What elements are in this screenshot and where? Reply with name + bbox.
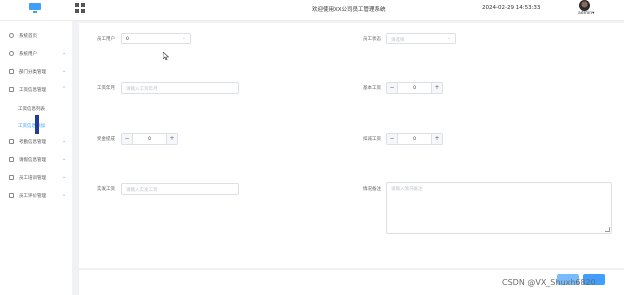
bonus-value[interactable]: 0 [132,137,167,142]
sidebar-subitem-label: 工资信息添加 [18,124,45,129]
monitor-icon [29,3,41,13]
status-label: 员工状态 [363,37,381,42]
sidebar-item-attendance[interactable]: 考勤信息管理 ⌄ [0,135,72,149]
chevron-down-icon: ⌄ [446,35,451,41]
chevron-down-icon: ⌄ [62,50,67,56]
actual-salary-input[interactable]: 请输入实发工资 [121,183,239,195]
avatar[interactable] [579,0,590,11]
sidebar-item-users[interactable]: 系统用户 ⌄ [0,47,72,61]
resize-handle[interactable] [605,227,610,232]
user-dropdown[interactable]: admin▾ [578,11,594,16]
top-bar: 欢迎使用XX公司员工管理系统 2024-02-29 14:53:33 admin… [0,0,624,21]
base-salary-label: 基本工资 [363,86,381,91]
sidebar-item-leave[interactable]: 请假信息管理 ⌄ [0,153,72,167]
sidebar-item-evaluation[interactable]: 员工评价管理 ⌄ [0,189,72,203]
home-icon [9,33,14,38]
caret-down-icon: ▾ [592,11,595,16]
sidebar-item-departments[interactable]: 部门分类管理 ⌄ [0,65,72,79]
chevron-down-icon: ⌄ [62,68,67,74]
star-icon [9,193,14,198]
remark-placeholder: 请输入情况备注 [391,187,423,192]
chevron-down-icon: ⌄ [181,35,186,41]
employee-label: 员工用户 [97,37,115,42]
bonus-label: 奖金提成 [97,137,115,142]
chevron-down-icon: ⌄ [62,174,67,180]
book-icon [9,175,14,180]
folder-icon [9,69,14,74]
sidebar-item-label: 系统用户 [19,52,37,57]
mouse-cursor-icon [163,52,169,60]
watermark: CSDN @VX_Shuxh6820 [502,278,596,287]
chevron-down-icon: ⌄ [62,192,67,198]
sidebar-item-label: 员工培训管理 [19,176,46,181]
bonus-stepper[interactable]: − 0 + [121,133,178,145]
increment-button[interactable]: + [431,134,442,144]
employee-select-value: 0 [126,36,129,42]
user-icon [9,51,14,56]
remark-textarea[interactable]: 请输入情况备注 [386,182,612,234]
sidebar-subitem-label: 工资信息列表 [18,107,45,112]
status-select[interactable]: 请选择 ⌄ [386,33,456,44]
increment-button[interactable]: + [166,134,177,144]
base-salary-stepper[interactable]: − 0 + [386,82,443,94]
salary-month-label: 工资年月 [97,86,115,91]
sidebar-item-label: 考勤信息管理 [19,140,46,145]
deduction-value[interactable]: 0 [397,137,432,142]
chevron-down-icon: ⌄ [62,156,67,162]
status-select-placeholder: 请选择 [391,37,405,43]
base-salary-value[interactable]: 0 [397,86,432,91]
document-icon [9,157,14,162]
money-icon [9,87,14,92]
employee-select[interactable]: 0 ⌄ [121,33,191,44]
sidebar-item-home[interactable]: 系统首页 [0,29,72,43]
sidebar-item-label: 工资信息管理 [19,88,46,93]
chevron-up-icon: ⌃ [62,86,67,92]
actual-salary-placeholder: 请输入实发工资 [126,188,158,193]
sidebar-item-training[interactable]: 员工培训管理 ⌄ [0,171,72,185]
chevron-down-icon: ⌄ [62,138,67,144]
calendar-icon [9,139,14,144]
menu-grid-icon[interactable] [75,3,85,13]
sidebar-item-label: 部门分类管理 [19,70,46,75]
deduction-stepper[interactable]: − 0 + [386,133,443,145]
salary-month-placeholder: 请输入工资年月 [126,87,158,92]
datetime-display: 2024-02-29 14:53:33 [482,5,541,11]
salary-month-input[interactable]: 请输入工资年月 [121,82,239,94]
deduction-label: 扣减工资 [363,137,381,142]
username: admin [578,11,593,16]
sidebar-item-salary[interactable]: 工资信息管理 ⌃ [0,83,72,97]
sidebar-subitem-salary-list[interactable]: 工资信息列表 [0,102,72,116]
increment-button[interactable]: + [431,83,442,93]
sidebar-item-label: 员工评价管理 [19,194,46,199]
sidebar-item-label: 请假信息管理 [19,158,46,163]
remark-label: 情况备注 [363,187,381,192]
sidebar: 系统首页 系统用户 ⌄ 部门分类管理 ⌄ 工资信息管理 ⌃ 工资信息列表 工资信… [0,21,72,295]
actual-salary-label: 实发工资 [97,187,115,192]
sidebar-item-label: 系统首页 [19,34,37,39]
active-item-marker [35,115,39,134]
system-title: 欢迎使用XX公司员工管理系统 [312,7,386,13]
